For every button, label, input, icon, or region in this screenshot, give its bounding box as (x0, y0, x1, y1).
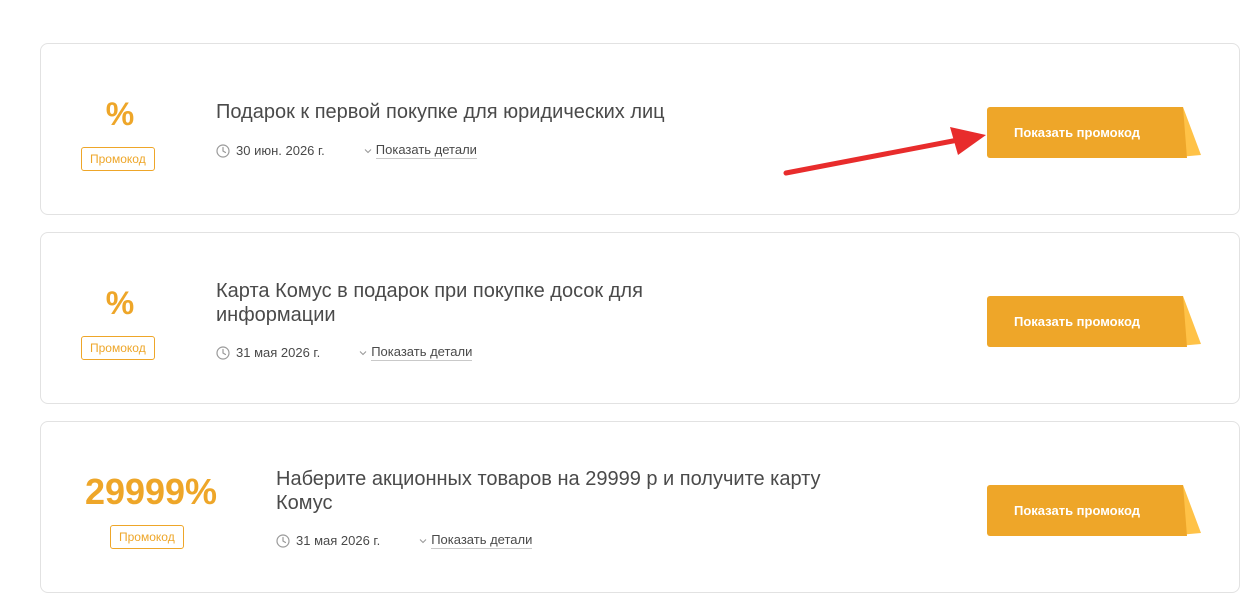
promo-title: Карта Комус в подарок при покупке досок … (216, 280, 643, 326)
expiry-date: 30 июн. 2026 г. (236, 143, 325, 158)
show-details-label: Показать детали (431, 532, 533, 549)
show-promo-code-label: Показать промокод (1014, 125, 1140, 140)
promo-title: Наберите акционных товаров на 29999 р и … (276, 468, 821, 514)
promo-title: Подарок к первой покупке для юридических… (216, 101, 665, 123)
show-promo-code-button[interactable]: Показать промокод (987, 485, 1201, 536)
promo-meta: 30 июн. 2026 г. Показать детали (216, 142, 477, 159)
show-promo-code-label: Показать промокод (1014, 314, 1140, 329)
promo-card: % Промокод Карта Комус в подарок при пок… (40, 232, 1240, 404)
show-details-label: Показать детали (375, 142, 477, 159)
promo-meta: 31 мая 2026 г. Показать детали (216, 344, 473, 361)
expiry-date: 31 мая 2026 г. (296, 533, 381, 548)
show-details-link[interactable]: Показать детали (418, 532, 533, 549)
promo-type-badge: Промокод (110, 525, 184, 549)
promo-card: % Промокод Подарок к первой покупке для … (40, 43, 1240, 215)
show-details-label: Показать детали (371, 344, 473, 361)
expiry-date: 31 мая 2026 г. (236, 345, 321, 360)
clock-icon (216, 143, 230, 158)
show-promo-code-button[interactable]: Показать промокод (987, 296, 1201, 347)
show-promo-code-label: Показать промокод (1014, 503, 1140, 518)
chevron-down-icon (364, 148, 372, 153)
chevron-down-icon (359, 350, 367, 355)
promo-meta: 31 мая 2026 г. Показать детали (276, 532, 533, 549)
discount-value: % (105, 285, 135, 321)
show-details-link[interactable]: Показать детали (363, 142, 477, 159)
chevron-down-icon (419, 538, 427, 543)
clock-icon (276, 533, 290, 548)
clock-icon (216, 345, 230, 360)
discount-value: % (105, 96, 135, 132)
promo-type-badge: Промокод (81, 336, 155, 360)
show-promo-code-button[interactable]: Показать промокод (987, 107, 1201, 158)
discount-value: 29999% (84, 471, 218, 512)
promo-card: 29999% Промокод Наберите акционных товар… (40, 421, 1240, 593)
show-details-link[interactable]: Показать детали (358, 344, 473, 361)
promo-type-badge: Промокод (81, 147, 155, 171)
